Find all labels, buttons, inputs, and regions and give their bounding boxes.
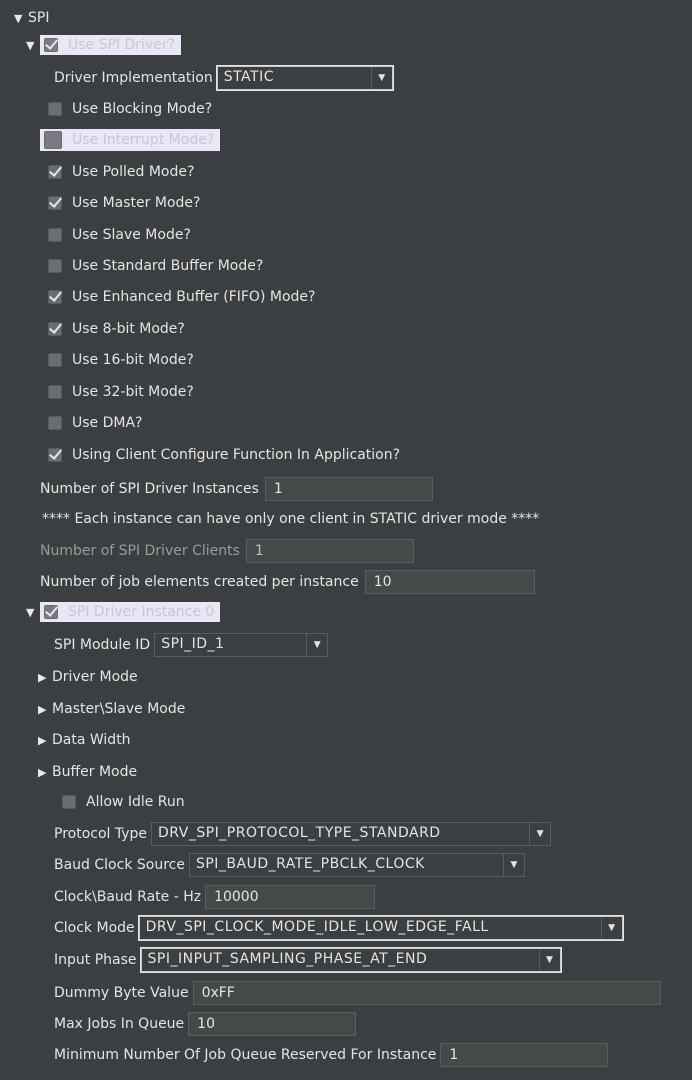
checkbox[interactable] <box>48 259 62 273</box>
job-elements-input[interactable]: 10 <box>364 570 535 594</box>
field-label: Dummy Byte Value <box>54 985 189 1001</box>
field-label: Minimum Number Of Job Queue Reserved For… <box>54 1047 437 1063</box>
tree-node-driver-mode[interactable]: ▶ Driver Mode <box>38 665 138 689</box>
node-label: SPI <box>28 10 50 26</box>
selected-node-highlight: Use SPI Driver? <box>40 35 182 55</box>
checkbox[interactable] <box>44 131 62 149</box>
checkbox[interactable] <box>48 353 62 367</box>
checkbox[interactable] <box>48 290 62 304</box>
option-enhanced-buffer[interactable]: Use Enhanced Buffer (FIFO) Mode? <box>48 285 315 309</box>
dummy-byte-input[interactable]: 0xFF <box>192 981 661 1005</box>
baud-clock-source-select[interactable]: SPI_BAUD_RATE_PBCLK_CLOCK ▼ <box>188 853 525 877</box>
option-dma[interactable]: Use DMA? <box>48 411 142 435</box>
checkbox[interactable] <box>48 102 62 116</box>
field-label: Clock Mode <box>54 920 135 936</box>
expand-right-icon[interactable]: ▶ <box>38 734 52 747</box>
tree-node-master-slave-mode[interactable]: ▶ Master\Slave Mode <box>38 697 185 721</box>
protocol-type-row: Protocol Type DRV_SPI_PROTOCOL_TYPE_STAN… <box>54 822 552 846</box>
field-label: Protocol Type <box>54 826 148 842</box>
tree-node-instance-0[interactable]: ▼ SPI Driver Instance 0 <box>26 600 221 624</box>
num-instances-input[interactable]: 1 <box>264 477 433 501</box>
field-label: Clock\Baud Rate - Hz <box>54 889 202 905</box>
node-label: Use SPI Driver? <box>68 37 176 53</box>
focused-option-highlight: Use Interrupt Mode? <box>40 129 221 151</box>
checkbox[interactable] <box>48 416 62 430</box>
option-blocking-mode[interactable]: Use Blocking Mode? <box>48 97 212 121</box>
expand-right-icon[interactable]: ▶ <box>38 766 52 779</box>
tree-node-data-width[interactable]: ▶ Data Width <box>38 728 131 752</box>
expand-right-icon[interactable]: ▶ <box>38 671 52 684</box>
node-label: SPI Driver Instance 0 <box>68 604 215 620</box>
driver-implementation-row: Driver Implementation STATIC ▼ <box>54 66 393 90</box>
option-polled-mode[interactable]: Use Polled Mode? <box>48 160 194 184</box>
field-label: Number of job elements created per insta… <box>40 574 359 590</box>
option-32bit-mode[interactable]: Use 32-bit Mode? <box>48 380 194 404</box>
expand-down-icon[interactable]: ▼ <box>26 39 40 52</box>
use-spi-driver-checkbox[interactable] <box>44 38 58 52</box>
driver-implementation-select[interactable]: STATIC ▼ <box>216 66 393 90</box>
expand-down-icon[interactable]: ▼ <box>14 12 28 25</box>
option-client-configure[interactable]: Using Client Configure Function In Appli… <box>48 443 400 467</box>
checkbox[interactable] <box>48 165 62 179</box>
num-instances-row: Number of SPI Driver Instances 1 <box>40 477 433 501</box>
module-id-row: SPI Module ID SPI_ID_1 ▼ <box>54 633 329 657</box>
option-allow-idle-run[interactable]: Allow Idle Run <box>62 790 185 814</box>
instance-0-checkbox[interactable] <box>44 605 58 619</box>
option-standard-buffer[interactable]: Use Standard Buffer Mode? <box>48 254 263 278</box>
chevron-down-icon[interactable]: ▼ <box>370 67 392 89</box>
chevron-down-icon[interactable]: ▼ <box>529 823 550 845</box>
checkbox[interactable] <box>48 448 62 462</box>
checkbox[interactable] <box>48 228 62 242</box>
min-jobs-reserved-row: Minimum Number Of Job Queue Reserved For… <box>54 1043 609 1067</box>
field-label: Baud Clock Source <box>54 857 185 873</box>
module-id-select[interactable]: SPI_ID_1 ▼ <box>154 633 329 657</box>
chevron-down-icon[interactable]: ▼ <box>600 917 622 939</box>
static-mode-note: **** Each instance can have only one cli… <box>42 511 540 527</box>
baud-rate-input[interactable]: 10000 <box>205 885 376 909</box>
expand-right-icon[interactable]: ▶ <box>38 703 52 716</box>
protocol-type-select[interactable]: DRV_SPI_PROTOCOL_TYPE_STANDARD ▼ <box>151 822 552 846</box>
selected-node-highlight: SPI Driver Instance 0 <box>40 602 221 622</box>
checkbox[interactable] <box>48 196 62 210</box>
expand-down-icon[interactable]: ▼ <box>26 606 40 619</box>
baud-clock-source-row: Baud Clock Source SPI_BAUD_RATE_PBCLK_CL… <box>54 853 525 877</box>
tree-node-spi[interactable]: ▼ SPI <box>14 6 49 30</box>
field-label: Number of SPI Driver Instances <box>40 481 259 497</box>
chevron-down-icon[interactable]: ▼ <box>538 949 560 971</box>
num-clients-input: 1 <box>245 539 414 563</box>
option-interrupt-mode[interactable]: Use Interrupt Mode? <box>40 128 221 152</box>
dummy-byte-row: Dummy Byte Value 0xFF <box>54 981 661 1005</box>
option-8bit-mode[interactable]: Use 8-bit Mode? <box>48 317 185 341</box>
option-slave-mode[interactable]: Use Slave Mode? <box>48 223 191 247</box>
max-jobs-input[interactable]: 10 <box>188 1012 357 1036</box>
tree-node-buffer-mode[interactable]: ▶ Buffer Mode <box>38 760 137 784</box>
num-clients-row: Number of SPI Driver Clients 1 <box>40 539 414 563</box>
field-label: Input Phase <box>54 952 137 968</box>
option-master-mode[interactable]: Use Master Mode? <box>48 191 200 215</box>
option-16bit-mode[interactable]: Use 16-bit Mode? <box>48 348 194 372</box>
field-label: Number of SPI Driver Clients <box>40 543 240 559</box>
min-jobs-reserved-input[interactable]: 1 <box>440 1043 609 1067</box>
checkbox[interactable] <box>62 795 76 809</box>
baud-rate-row: Clock\Baud Rate - Hz 10000 <box>54 885 376 909</box>
clock-mode-row: Clock Mode DRV_SPI_CLOCK_MODE_IDLE_LOW_E… <box>54 916 623 940</box>
checkbox[interactable] <box>48 385 62 399</box>
tree-node-use-spi-driver[interactable]: ▼ Use SPI Driver? <box>26 33 182 57</box>
chevron-down-icon[interactable]: ▼ <box>502 854 524 876</box>
field-label: Driver Implementation <box>54 70 213 86</box>
checkbox[interactable] <box>48 322 62 336</box>
job-elements-row: Number of job elements created per insta… <box>40 570 535 594</box>
input-phase-select[interactable]: SPI_INPUT_SAMPLING_PHASE_AT_END ▼ <box>140 948 561 972</box>
field-label: Max Jobs In Queue <box>54 1016 185 1032</box>
field-label: SPI Module ID <box>54 637 151 653</box>
max-jobs-row: Max Jobs In Queue 10 <box>54 1012 357 1036</box>
chevron-down-icon[interactable]: ▼ <box>306 634 327 656</box>
clock-mode-select[interactable]: DRV_SPI_CLOCK_MODE_IDLE_LOW_EDGE_FALL ▼ <box>138 916 623 940</box>
input-phase-row: Input Phase SPI_INPUT_SAMPLING_PHASE_AT_… <box>54 948 561 972</box>
